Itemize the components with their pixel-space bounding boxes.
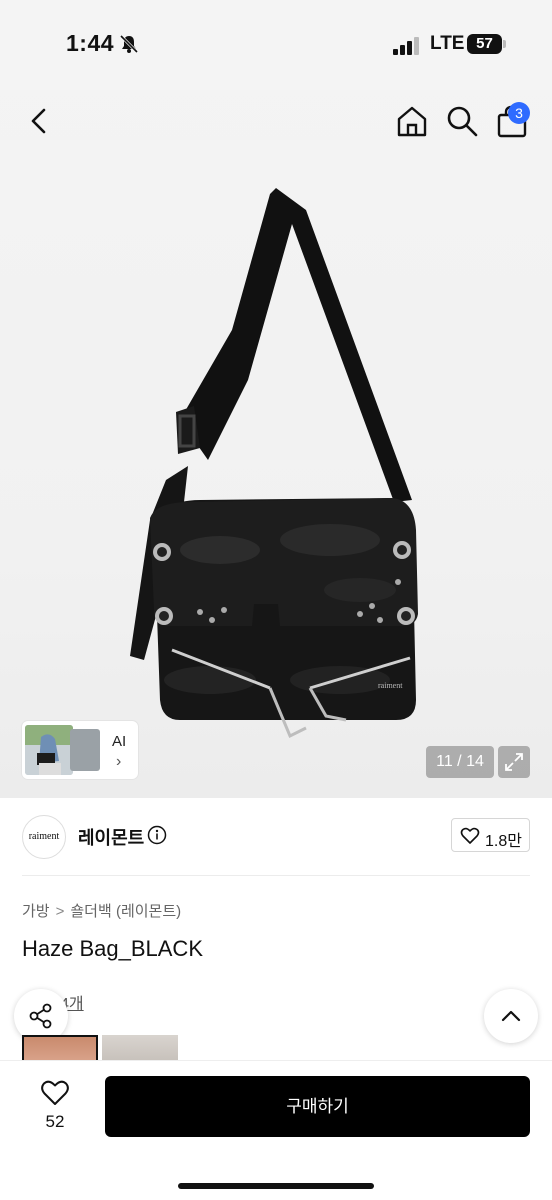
breadcrumb: 가방 > 숄더백 (레이몬트)	[22, 900, 181, 921]
scroll-to-top-button[interactable]	[484, 989, 538, 1043]
wishlist-button[interactable]: 52	[26, 1076, 84, 1136]
buy-button[interactable]: 구매하기	[105, 1076, 530, 1137]
signal-icon	[393, 37, 419, 55]
search-icon[interactable]	[444, 103, 480, 139]
review-thumbnail[interactable]	[102, 1035, 178, 1061]
expand-icon	[505, 753, 523, 771]
home-indicator	[178, 1183, 374, 1189]
svg-text:raiment: raiment	[378, 681, 403, 690]
image-page-counter: 11 / 14	[426, 746, 494, 778]
info-icon[interactable]	[147, 825, 167, 845]
ai-thumbnail-image	[25, 725, 73, 775]
brand-logo[interactable]: raiment	[22, 815, 66, 859]
battery-icon: 57	[467, 34, 507, 54]
chevron-right-icon: ›	[116, 753, 122, 770]
status-time: 1:44	[66, 30, 115, 56]
chevron-up-icon	[501, 1010, 521, 1022]
back-icon[interactable]	[22, 104, 56, 138]
bell-off-icon	[119, 34, 139, 54]
product-title: Haze Bag_BLACK	[22, 936, 203, 961]
cart-count-badge: 3	[508, 102, 530, 124]
brand-name[interactable]: 레이몬트	[78, 824, 144, 850]
brand-like-button[interactable]: 1.8만	[451, 818, 530, 852]
expand-image-button[interactable]	[498, 746, 530, 778]
breadcrumb-item-bag[interactable]: 가방	[22, 903, 50, 920]
share-icon	[29, 1003, 52, 1029]
divider	[22, 875, 530, 876]
heart-icon	[460, 827, 480, 844]
status-bar: 1:44 LTE 57	[0, 0, 552, 92]
product-image[interactable]: raiment	[120, 180, 440, 760]
product-image-gallery[interactable]: raiment 1:44 LTE 57 3 AI › 11 / 14	[0, 0, 552, 798]
review-thumbnail[interactable]	[22, 1035, 98, 1061]
home-icon[interactable]	[394, 103, 430, 139]
ai-thumbnail-image-secondary	[70, 729, 100, 771]
ai-styling-thumbnail[interactable]: AI ›	[22, 721, 138, 779]
network-type: LTE	[430, 33, 465, 54]
wishlist-count: 52	[45, 1112, 65, 1131]
battery-level: 57	[476, 35, 493, 52]
breadcrumb-item-shoulder-bag[interactable]: 숄더백 (레이몬트)	[70, 903, 181, 920]
ai-label: AI	[112, 733, 127, 750]
heart-icon	[41, 1080, 69, 1105]
breadcrumb-separator: >	[55, 903, 65, 920]
brand-like-count: 1.8만	[485, 833, 522, 850]
